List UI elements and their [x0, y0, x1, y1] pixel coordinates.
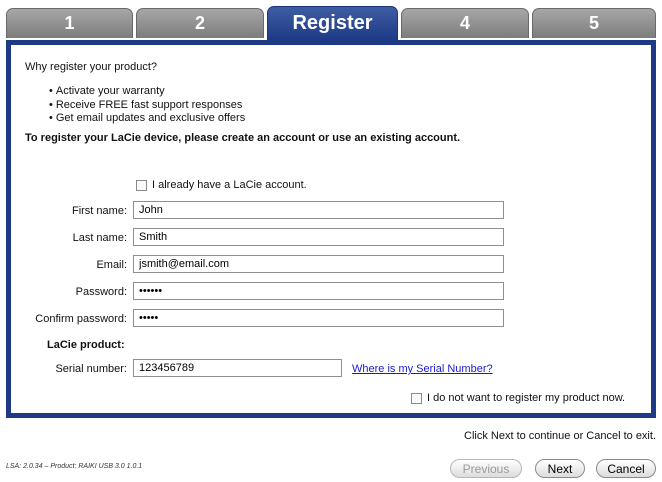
instruction-text: To register your LaCie device, please cr… — [25, 132, 461, 144]
email-field[interactable] — [133, 255, 504, 273]
footer-hint: Click Next to continue or Cancel to exit… — [464, 430, 656, 442]
tab-step-1[interactable]: 1 — [6, 8, 133, 38]
cancel-button[interactable]: Cancel — [596, 459, 656, 478]
confirm-password-label: Confirm password: — [35, 313, 127, 325]
serial-number-field[interactable] — [133, 359, 342, 377]
no-register-checkbox[interactable] — [411, 393, 422, 404]
serial-help-link[interactable]: Where is my Serial Number? — [352, 363, 493, 375]
tab-step-5[interactable]: 5 — [532, 8, 656, 38]
benefit-item: Get email updates and exclusive offers — [49, 112, 245, 126]
next-button[interactable]: Next — [535, 459, 585, 478]
existing-account-checkbox[interactable] — [136, 180, 147, 191]
password-label: Password: — [75, 286, 127, 298]
benefits-list: Activate your warranty Receive FREE fast… — [49, 85, 245, 126]
last-name-field[interactable] — [133, 228, 504, 246]
password-field[interactable] — [133, 282, 504, 300]
email-label: Email: — [96, 259, 127, 271]
tab-register[interactable]: Register — [267, 6, 398, 40]
tab-step-2[interactable]: 2 — [136, 8, 264, 38]
benefit-item: Receive FREE fast support responses — [49, 99, 245, 113]
last-name-label: Last name: — [72, 232, 127, 244]
benefit-item: Activate your warranty — [49, 85, 245, 99]
no-register-label: I do not want to register my product now… — [427, 392, 626, 404]
tab-step-4[interactable]: 4 — [401, 8, 529, 38]
confirm-password-field[interactable] — [133, 309, 504, 327]
first-name-field[interactable] — [133, 201, 504, 219]
registration-panel: Why register your product? Activate your… — [6, 40, 656, 418]
wizard-tabs: 1 2 Register 4 5 — [6, 6, 656, 40]
why-register-heading: Why register your product? — [25, 61, 158, 73]
first-name-label: First name: — [71, 205, 127, 217]
existing-account-label: I already have a LaCie account. — [152, 179, 307, 191]
previous-button[interactable]: Previous — [450, 459, 522, 478]
version-info: LSA: 2.0.34 – Product: RAIKI USB 3.0 1.0… — [6, 463, 143, 470]
serial-number-label: Serial number: — [55, 363, 127, 375]
product-heading: LaCie product: — [47, 339, 125, 351]
